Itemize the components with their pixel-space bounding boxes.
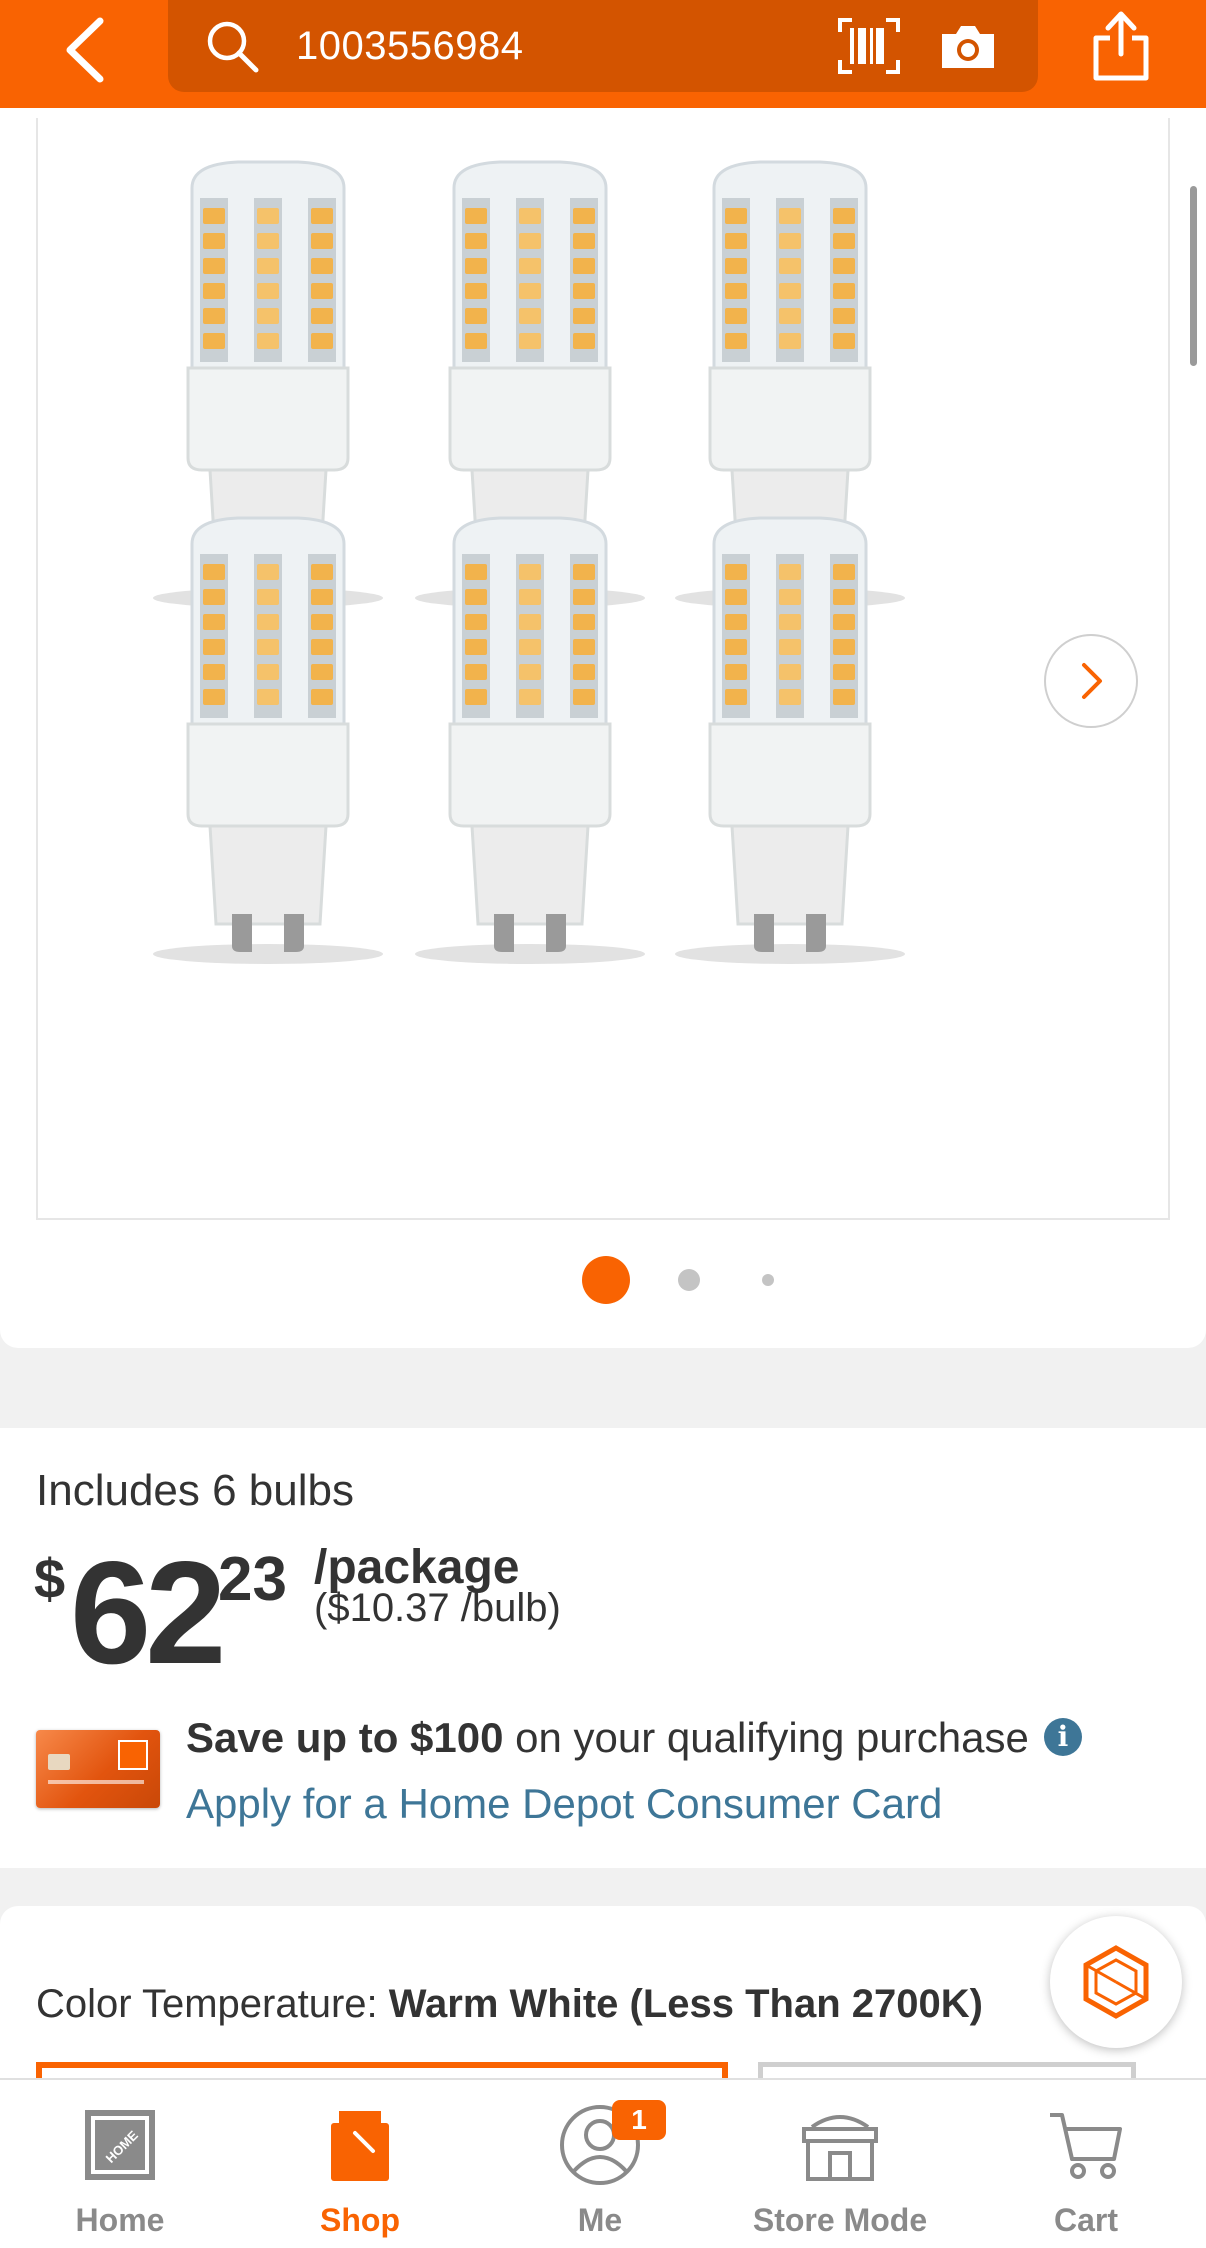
search-input[interactable]: 1003556984 (296, 20, 523, 72)
home-depot-logo-icon: HOME (75, 2100, 165, 2190)
home-depot-logo-icon (118, 1740, 148, 1770)
led-bulb-image (153, 516, 383, 964)
currency-symbol: $ (34, 1547, 66, 1610)
notification-badge: 1 (612, 2100, 666, 2140)
nav-label: Home (75, 2202, 165, 2238)
share-icon (1093, 11, 1149, 81)
product-image-card (0, 108, 1206, 1348)
color-temperature-title: Color Temperature: (36, 1982, 389, 2026)
search-icon (207, 21, 259, 73)
pagination-dot[interactable] (762, 1274, 774, 1286)
nav-label: Store Mode (752, 2202, 928, 2238)
nav-cart[interactable]: Cart (966, 2080, 1206, 2248)
chevron-right-icon (1082, 663, 1102, 699)
apply-card-link[interactable]: Apply for a Home Depot Consumer Card (186, 1780, 942, 1828)
scrollbar[interactable] (1190, 186, 1197, 366)
chevron-left-icon (66, 17, 104, 83)
nav-label: Shop (320, 2202, 400, 2238)
price-card: Includes 6 bulbs $ 62 23 /package ($10.3… (0, 1428, 1206, 1868)
color-temperature-value: Warm White (Less Than 2700K) (388, 1982, 983, 2026)
bulb-count-text: Includes 6 bulbs (36, 1466, 354, 1515)
color-temperature-card: Color Temperature: Warm White (Less Than… (0, 1906, 1206, 2106)
camera-icon[interactable] (938, 18, 998, 74)
hexagon-chat-icon (1083, 1945, 1149, 2019)
nav-shop[interactable]: Shop (240, 2080, 480, 2248)
pagination-dot[interactable] (678, 1269, 700, 1291)
pagination-dot-active[interactable] (582, 1256, 630, 1304)
product-image-gallery[interactable] (36, 118, 1170, 1220)
credit-card-image (36, 1730, 160, 1808)
store-icon (795, 2100, 885, 2190)
share-button[interactable] (1086, 6, 1156, 86)
search-bar[interactable]: 1003556984 (168, 0, 1038, 92)
led-bulb-image (415, 516, 645, 964)
price-cents: 23 (218, 1545, 287, 1614)
nav-home[interactable]: HOME Home (0, 2080, 240, 2248)
cart-icon (1041, 2100, 1131, 2190)
color-temperature-label: Color Temperature: Warm White (Less Than… (36, 1982, 983, 2027)
chat-assistant-button[interactable] (1050, 1916, 1182, 2048)
info-icon[interactable]: i (1044, 1718, 1082, 1756)
shop-icon (315, 2100, 405, 2190)
card-number-stripe (48, 1780, 144, 1784)
led-bulb-image (675, 516, 905, 964)
promo-text: Save up to $100 on your qualifying purch… (186, 1714, 1029, 1762)
nav-label: Me (577, 2202, 623, 2238)
top-bar: 1003556984 (0, 0, 1206, 108)
image-pagination (0, 1256, 1206, 1306)
promo-rest: on your qualifying purchase (503, 1714, 1029, 1761)
card-chip-icon (48, 1754, 70, 1770)
barcode-scan-icon[interactable] (836, 16, 902, 76)
nav-me[interactable]: 1 Me (480, 2080, 720, 2248)
promo-highlight: Save up to $100 (186, 1714, 504, 1761)
nav-store-mode[interactable]: Store Mode (720, 2080, 960, 2248)
bottom-navigation: HOME Home Shop 1 Me Store Mode Cart (0, 2078, 1206, 2248)
back-button[interactable] (50, 10, 120, 90)
price-dollars: 62 (70, 1531, 226, 1694)
nav-label: Cart (1053, 2202, 1118, 2238)
price-per-bulb: ($10.37 /bulb) (314, 1586, 561, 1630)
next-image-button[interactable] (1044, 634, 1138, 728)
